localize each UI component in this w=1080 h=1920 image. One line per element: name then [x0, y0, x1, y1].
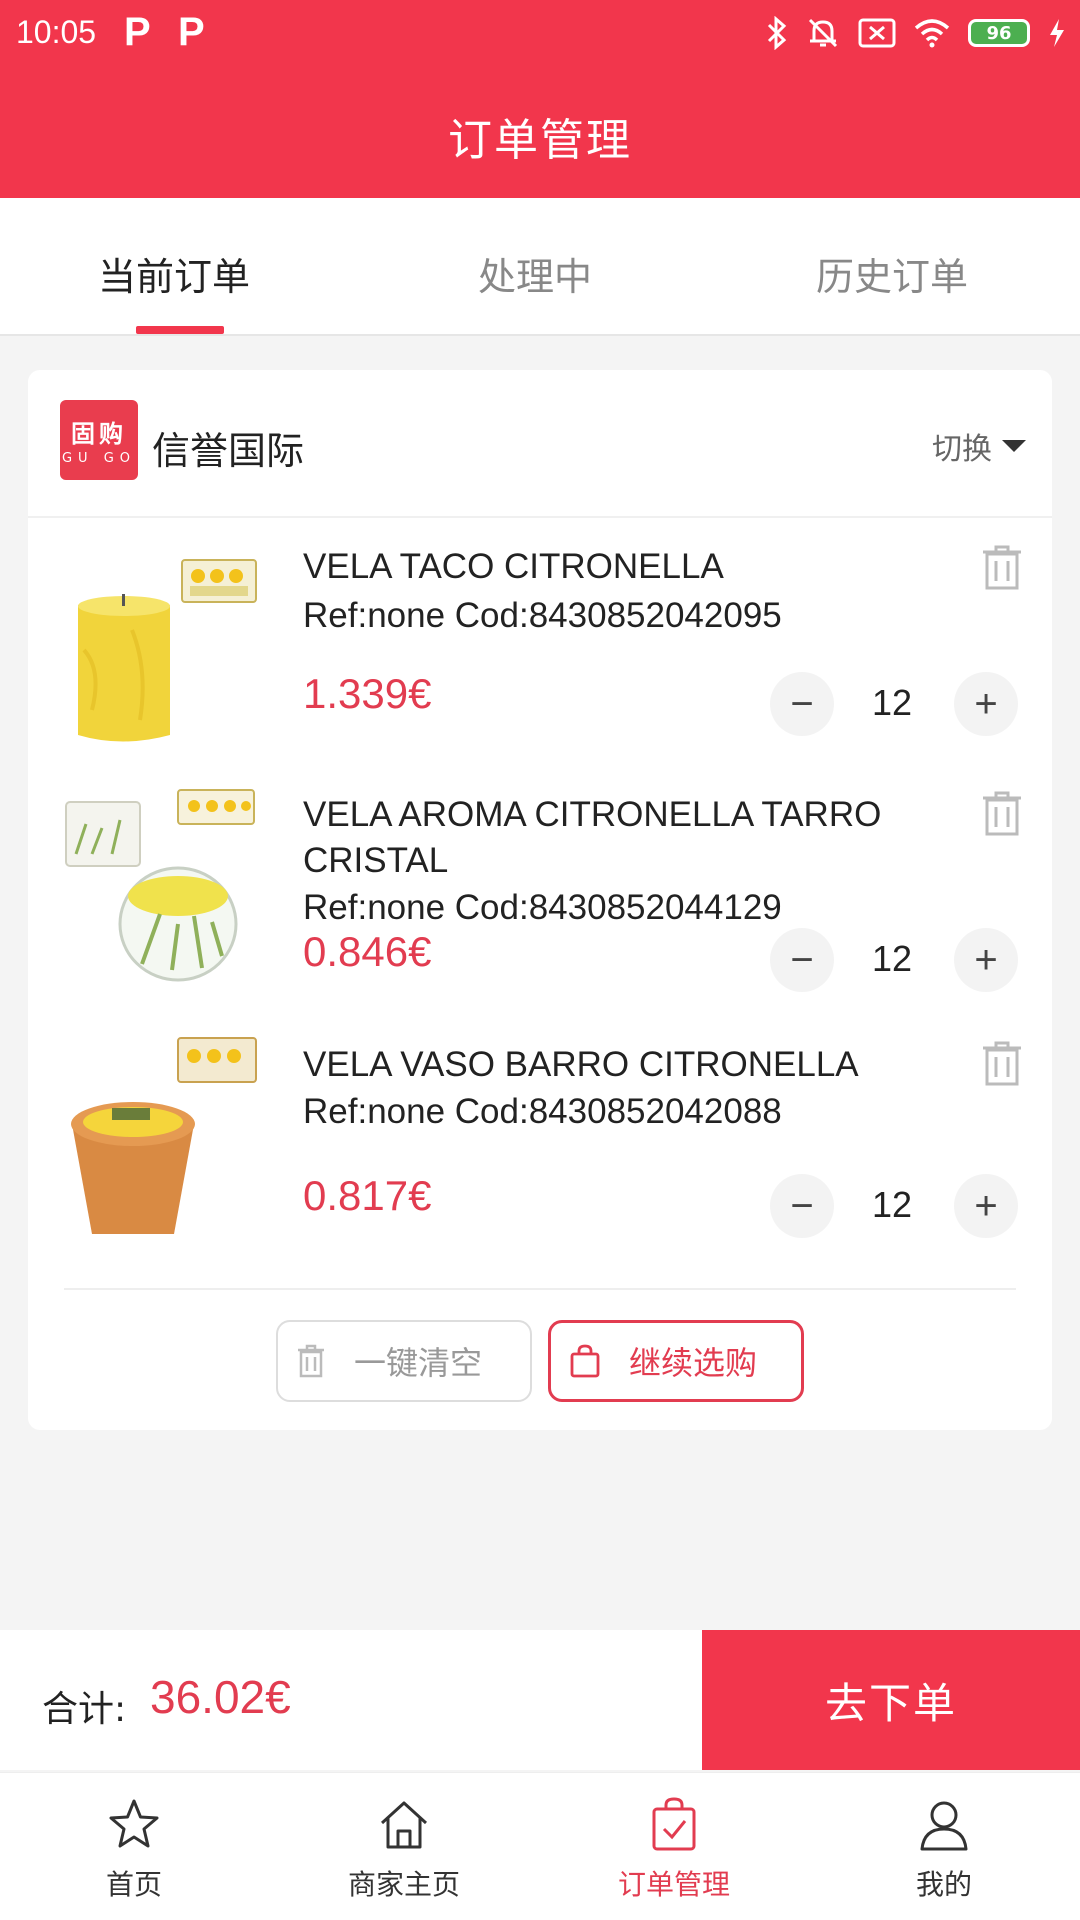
increase-quantity-button[interactable]: +	[954, 672, 1018, 736]
mute-bell-icon	[808, 18, 838, 48]
page-title: 订单管理	[448, 115, 632, 166]
divider	[64, 1288, 1016, 1290]
order-card: 固购 GU GO 信誉国际 切换 VELA TACO CITRONELLA Re…	[28, 370, 1052, 1430]
switch-label: 切换	[932, 432, 992, 467]
increase-quantity-button[interactable]: +	[954, 928, 1018, 992]
active-tab-indicator	[136, 326, 224, 334]
wifi-icon	[914, 19, 950, 48]
shop-name: 信誉国际	[152, 429, 305, 473]
quantity-stepper: − 12 +	[770, 1174, 1018, 1238]
quantity-stepper: − 12 +	[770, 928, 1018, 992]
total-label: 合计:	[42, 1689, 127, 1730]
bottom-nav: 首页 商家主页 订单管理 我的	[0, 1772, 1080, 1920]
tab-history-orders[interactable]: 历史订单	[816, 246, 968, 301]
shop-logo-subtext: GU GO	[61, 451, 137, 466]
nav-profile-label: 我的	[915, 1868, 972, 1901]
product-price: 0.817€	[303, 1172, 432, 1219]
product-name: VELA VASO BARRO CITRONELLA	[303, 1045, 859, 1084]
app-header: 10:05 P P 96 订单管理	[0, 0, 1080, 198]
product-image-glass-candle	[65, 789, 255, 982]
caret-down-icon	[1002, 440, 1026, 452]
product-price: 1.339€	[303, 670, 432, 717]
quantity-stepper: − 12 +	[770, 672, 1018, 736]
place-order-button[interactable]: 去下单	[702, 1630, 1080, 1770]
increase-quantity-button[interactable]: +	[954, 1174, 1018, 1238]
decrease-quantity-button[interactable]: −	[770, 672, 834, 736]
battery-indicator: 96	[968, 19, 1030, 47]
product-code: Ref:none Cod:8430852044129	[303, 888, 782, 927]
status-icons: 96	[766, 16, 1066, 50]
tab-processing[interactable]: 处理中	[478, 246, 592, 301]
star-icon	[109, 1799, 159, 1848]
shop-logo-text: 固购	[71, 420, 127, 448]
nav-home[interactable]: 首页	[34, 1773, 234, 1920]
product-code: Ref:none Cod:8430852042088	[303, 1092, 782, 1131]
nav-order-management-label: 订单管理	[617, 1868, 730, 1901]
order-tabs: 当前订单 处理中 历史订单	[0, 198, 1080, 336]
quantity-value: 12	[871, 1184, 913, 1225]
status-bar: 10:05 P P 96	[0, 0, 1080, 70]
clear-all-label: 一键清空	[354, 1344, 483, 1382]
trash-icon[interactable]	[980, 790, 1024, 838]
product-image-clay-pot-candle	[71, 1037, 257, 1234]
product-name: VELA AROMA CITRONELLA TARRO CRISTAL	[303, 795, 882, 880]
home-icon	[380, 1801, 428, 1849]
parking-app-icon-2: P	[178, 10, 205, 54]
switch-shop-button[interactable]: 切换	[932, 424, 1026, 468]
checkout-bar: 合计: 36.02€ 去下单	[0, 1630, 1080, 1770]
product-price: 0.846€	[303, 928, 432, 975]
trash-icon[interactable]	[980, 544, 1024, 592]
product-code: Ref:none Cod:8430852042095	[303, 596, 782, 635]
clear-all-button[interactable]: 一键清空	[276, 1320, 532, 1402]
nav-merchant-home[interactable]: 商家主页	[304, 1773, 504, 1920]
nav-order-management[interactable]: 订单管理	[574, 1773, 774, 1920]
tab-current-orders[interactable]: 当前订单	[98, 246, 250, 301]
sim-off-icon	[858, 18, 896, 48]
status-time: 10:05	[16, 14, 97, 50]
parking-app-icon: P	[124, 10, 151, 54]
nav-profile[interactable]: 我的	[844, 1773, 1044, 1920]
continue-shopping-button[interactable]: 继续选购	[548, 1320, 804, 1402]
shop-logo: 固购 GU GO	[60, 400, 138, 480]
charging-icon	[1050, 19, 1064, 47]
shop-header: 固购 GU GO 信誉国际 切换	[28, 370, 1052, 518]
product-image-yellow-candle	[78, 559, 257, 742]
nav-merchant-home-label: 商家主页	[347, 1868, 460, 1901]
user-icon	[920, 1801, 968, 1851]
product-name: VELA TACO CITRONELLA	[303, 547, 724, 586]
total-amount: 36.02€	[150, 1671, 291, 1723]
shopping-bag-icon	[570, 1344, 600, 1378]
trash-icon[interactable]	[980, 1040, 1024, 1088]
order-bag-icon	[652, 1797, 696, 1851]
decrease-quantity-button[interactable]: −	[770, 1174, 834, 1238]
quantity-value: 12	[871, 938, 913, 979]
trash-icon	[298, 1344, 324, 1378]
continue-shopping-label: 继续选购	[629, 1344, 758, 1382]
quantity-value: 12	[871, 682, 913, 723]
bluetooth-icon	[767, 16, 787, 50]
nav-home-label: 首页	[105, 1868, 162, 1901]
decrease-quantity-button[interactable]: −	[770, 928, 834, 992]
